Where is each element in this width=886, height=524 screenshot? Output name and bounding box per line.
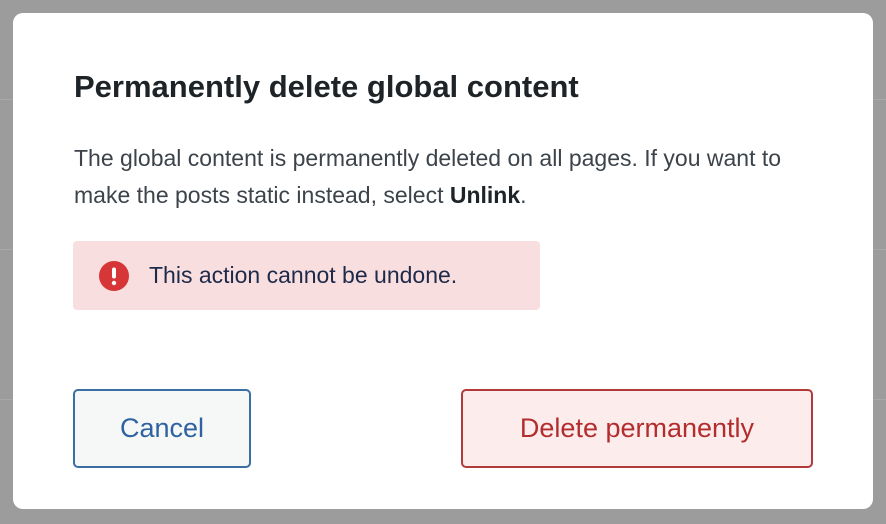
unlink-emphasis: Unlink — [449, 182, 521, 208]
notice-text: This action cannot be undone. — [149, 262, 458, 288]
cancel-button[interactable]: Cancel — [73, 389, 251, 468]
dialog-title: Permanently delete global content — [74, 69, 579, 104]
dialog-description: The global content is permanently delete… — [74, 140, 814, 214]
delete-global-content-dialog: Permanently delete global content The gl… — [13, 13, 873, 509]
error-icon — [99, 260, 129, 291]
delete-permanently-button[interactable]: Delete permanently — [461, 389, 813, 468]
error-notice: This action cannot be undone. — [73, 241, 540, 310]
description-suffix: . — [520, 182, 527, 208]
description-text: The global content is permanently delete… — [74, 145, 782, 208]
